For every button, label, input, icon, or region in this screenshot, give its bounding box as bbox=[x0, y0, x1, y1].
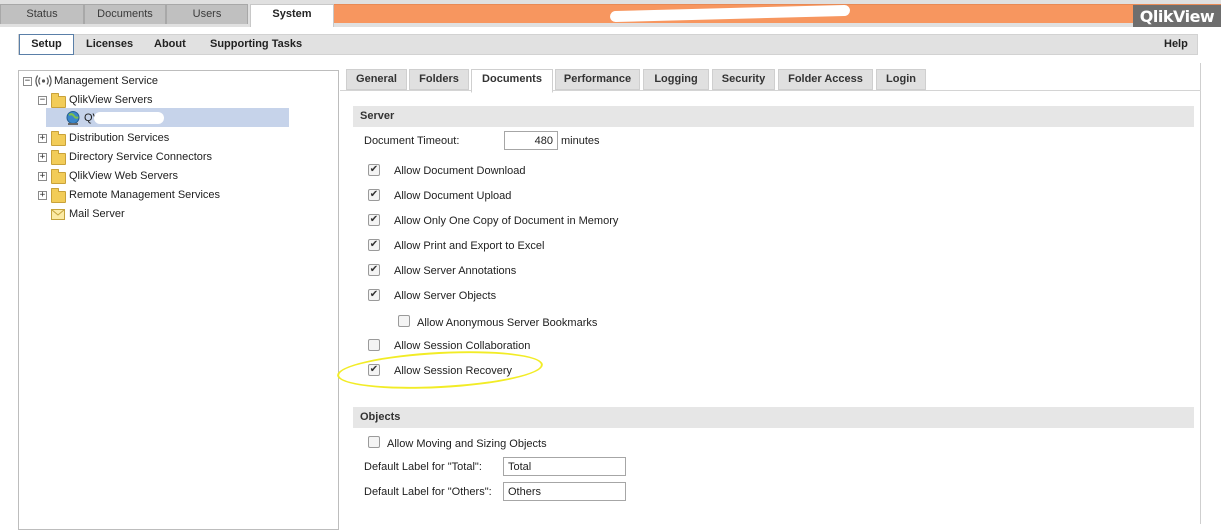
tree-panel bbox=[18, 70, 339, 530]
redacted-area bbox=[94, 112, 164, 124]
folder-icon bbox=[51, 150, 66, 165]
tree-root-management-service[interactable]: Management Service bbox=[54, 73, 158, 89]
allow-document-download-label: Allow Document Download bbox=[394, 165, 526, 177]
subnav-setup[interactable]: Setup bbox=[19, 34, 74, 55]
top-tab-bar: Status Documents Users System QlikView bbox=[0, 0, 1221, 28]
document-timeout-label: Document Timeout: bbox=[364, 135, 460, 147]
section-header-server: Server bbox=[353, 106, 1194, 127]
tabs-divider bbox=[340, 90, 1201, 91]
subnav-licenses[interactable]: Licenses bbox=[86, 35, 133, 54]
folder-icon bbox=[51, 131, 66, 146]
section-header-objects: Objects bbox=[353, 407, 1194, 428]
expand-icon[interactable]: + bbox=[38, 153, 47, 162]
allow-session-collaboration-checkbox[interactable] bbox=[368, 339, 380, 351]
tree-node-remote-management-services[interactable]: Remote Management Services bbox=[69, 187, 220, 203]
tab-security[interactable]: Security bbox=[712, 69, 775, 90]
folder-icon bbox=[51, 169, 66, 184]
tab-logging[interactable]: Logging bbox=[643, 69, 709, 90]
tab-users[interactable]: Users bbox=[166, 4, 248, 24]
collapse-icon[interactable]: − bbox=[23, 77, 32, 86]
antenna-icon bbox=[35, 75, 52, 87]
tree-node-qvs-selected[interactable] bbox=[46, 108, 289, 127]
allow-one-copy-checkbox[interactable]: ✔ bbox=[368, 214, 380, 226]
tab-folder-access[interactable]: Folder Access bbox=[778, 69, 873, 90]
help-link[interactable]: Help bbox=[1164, 35, 1188, 54]
allow-server-annotations-label: Allow Server Annotations bbox=[394, 265, 517, 277]
allow-document-download-checkbox[interactable]: ✔ bbox=[368, 164, 380, 176]
qlikview-logo: QlikView bbox=[1133, 5, 1221, 28]
tree-node-directory-service-connectors[interactable]: Directory Service Connectors bbox=[69, 149, 212, 165]
expand-icon[interactable]: + bbox=[38, 134, 47, 143]
default-others-input[interactable] bbox=[503, 482, 626, 501]
allow-print-export-label: Allow Print and Export to Excel bbox=[394, 240, 545, 252]
sub-nav-bar: Setup Licenses About Supporting Tasks He… bbox=[18, 34, 1198, 55]
tab-folders[interactable]: Folders bbox=[409, 69, 469, 90]
allow-anonymous-bookmarks-label: Allow Anonymous Server Bookmarks bbox=[417, 317, 598, 329]
tab-general[interactable]: General bbox=[346, 69, 407, 90]
allow-document-upload-label: Allow Document Upload bbox=[394, 190, 512, 202]
tab-login[interactable]: Login bbox=[876, 69, 926, 90]
allow-print-export-checkbox[interactable]: ✔ bbox=[368, 239, 380, 251]
sub-nav: Setup Licenses About Supporting Tasks He… bbox=[0, 27, 1221, 63]
mail-icon bbox=[51, 209, 65, 220]
subnav-supporting-tasks[interactable]: Supporting Tasks bbox=[210, 35, 302, 54]
default-total-input[interactable] bbox=[503, 457, 626, 476]
default-total-label: Default Label for "Total": bbox=[364, 461, 482, 473]
tree-node-qlikview-servers[interactable]: QlikView Servers bbox=[69, 92, 153, 108]
tree-node-distribution-services[interactable]: Distribution Services bbox=[69, 130, 169, 146]
tab-status[interactable]: Status bbox=[0, 4, 84, 24]
allow-document-upload-checkbox[interactable]: ✔ bbox=[368, 189, 380, 201]
globe-server-icon bbox=[66, 111, 80, 125]
allow-server-objects-label: Allow Server Objects bbox=[394, 290, 497, 302]
folder-icon bbox=[51, 188, 66, 203]
timeout-unit-label: minutes bbox=[561, 135, 600, 147]
folder-open-icon bbox=[51, 93, 66, 108]
expand-icon[interactable]: + bbox=[38, 191, 47, 200]
document-timeout-input[interactable] bbox=[504, 131, 558, 150]
default-others-label: Default Label for "Others": bbox=[364, 486, 492, 498]
allow-server-annotations-checkbox[interactable]: ✔ bbox=[368, 264, 380, 276]
tree-node-mail-server[interactable]: Mail Server bbox=[69, 206, 125, 222]
allow-moving-sizing-checkbox[interactable] bbox=[368, 436, 380, 448]
subnav-about[interactable]: About bbox=[154, 35, 186, 54]
allow-server-objects-checkbox[interactable]: ✔ bbox=[368, 289, 380, 301]
tab-documents-settings[interactable]: Documents bbox=[471, 69, 553, 93]
allow-moving-sizing-label: Allow Moving and Sizing Objects bbox=[387, 438, 547, 450]
tree-node-qlikview-web-servers[interactable]: QlikView Web Servers bbox=[69, 168, 178, 184]
tab-system[interactable]: System bbox=[250, 4, 334, 27]
allow-anonymous-bookmarks-checkbox[interactable] bbox=[398, 315, 410, 327]
tab-performance[interactable]: Performance bbox=[555, 69, 640, 90]
allow-one-copy-label: Allow Only One Copy of Document in Memor… bbox=[394, 215, 619, 227]
collapse-icon[interactable]: − bbox=[38, 96, 47, 105]
expand-icon[interactable]: + bbox=[38, 172, 47, 181]
tab-documents[interactable]: Documents bbox=[84, 4, 166, 24]
